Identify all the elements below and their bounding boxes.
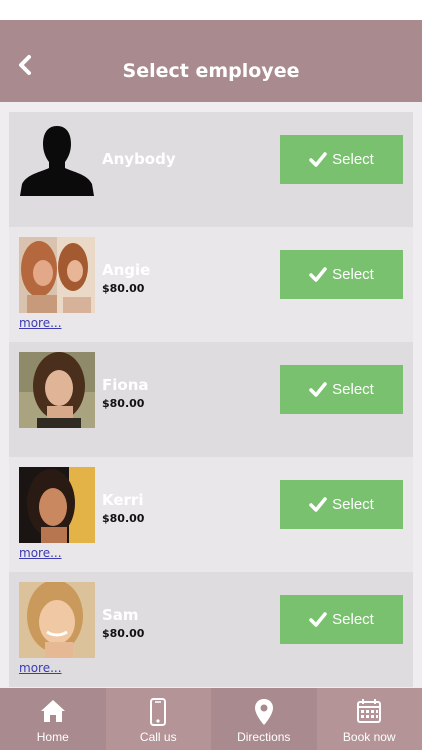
- employee-row: Anybody Select: [9, 112, 413, 227]
- select-label: Select: [332, 266, 374, 283]
- select-button[interactable]: Select: [280, 365, 403, 414]
- bottom-tab-bar: Home Call us Directions Book now: [0, 688, 422, 750]
- tab-call-us[interactable]: Call us: [105, 688, 212, 750]
- home-icon: [0, 698, 106, 724]
- select-button[interactable]: Select: [280, 595, 403, 644]
- page-title: Select employee: [122, 60, 300, 82]
- tab-label: Directions: [237, 730, 291, 744]
- employee-name: Sam: [102, 606, 139, 624]
- employee-name: Anybody: [102, 150, 176, 168]
- more-link[interactable]: more...: [19, 546, 62, 560]
- status-bar: [0, 0, 422, 20]
- employee-price: $80.00: [102, 397, 145, 410]
- select-button[interactable]: Select: [280, 135, 403, 184]
- more-link[interactable]: more...: [19, 661, 62, 675]
- employee-price: $80.00: [102, 512, 145, 525]
- employee-row: Sam $80.00 more... Select: [9, 572, 413, 687]
- select-label: Select: [332, 496, 374, 513]
- phone-icon: [106, 698, 212, 726]
- employee-name: Angie: [102, 261, 151, 279]
- more-link[interactable]: more...: [19, 316, 62, 330]
- employee-row: Fiona $80.00 Select: [9, 342, 413, 457]
- employee-photo: [19, 237, 95, 313]
- tab-label: Home: [36, 730, 69, 744]
- anybody-silhouette-icon: [19, 122, 95, 198]
- employee-photo: [19, 467, 95, 543]
- employee-photo: [19, 582, 95, 658]
- checkmark-icon: [309, 612, 327, 627]
- employee-list: Anybody Select Angie $80.00 more... Sele…: [9, 112, 413, 687]
- tab-label: Call us: [139, 730, 177, 744]
- select-button[interactable]: Select: [280, 250, 403, 299]
- header-bar: Select employee: [0, 20, 422, 102]
- tab-label: Book now: [342, 730, 396, 744]
- employee-photo: [19, 352, 95, 428]
- employee-list-area[interactable]: Anybody Select Angie $80.00 more... Sele…: [0, 102, 422, 688]
- employee-row: Kerri $80.00 more... Select: [9, 457, 413, 572]
- tab-directions[interactable]: Directions: [211, 688, 317, 750]
- tab-home[interactable]: Home: [0, 688, 106, 750]
- employee-price: $80.00: [102, 627, 145, 640]
- checkmark-icon: [309, 152, 327, 167]
- location-pin-icon: [211, 698, 317, 726]
- select-label: Select: [332, 151, 374, 168]
- employee-name: Fiona: [102, 376, 149, 394]
- employee-name: Kerri: [102, 491, 144, 509]
- calendar-icon: [317, 698, 422, 724]
- checkmark-icon: [309, 267, 327, 282]
- select-button[interactable]: Select: [280, 480, 403, 529]
- select-label: Select: [332, 611, 374, 628]
- employee-price: $80.00: [102, 282, 145, 295]
- checkmark-icon: [309, 497, 327, 512]
- select-label: Select: [332, 381, 374, 398]
- tab-book-now[interactable]: Book now: [316, 688, 422, 750]
- checkmark-icon: [309, 382, 327, 397]
- employee-row: Angie $80.00 more... Select: [9, 227, 413, 342]
